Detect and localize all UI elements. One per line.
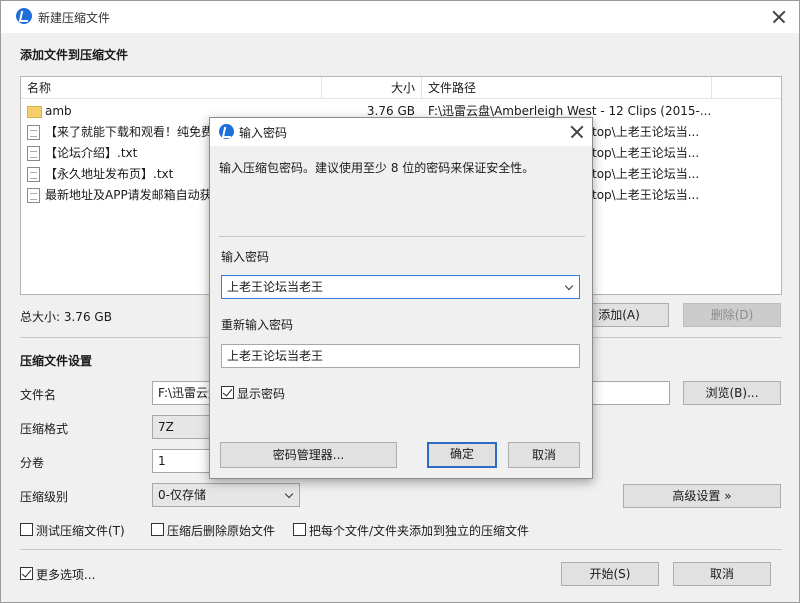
- file-path: top\上老王论坛当...: [592, 146, 700, 160]
- column-path-header[interactable]: 文件路径: [422, 77, 712, 99]
- show-password-checkbox[interactable]: [221, 386, 234, 399]
- file-path: top\上老王论坛当...: [592, 188, 700, 202]
- cancel-button[interactable]: 取消: [673, 562, 771, 586]
- dialog-close-icon[interactable]: [565, 120, 589, 144]
- file-path: top\上老王论坛当...: [592, 125, 700, 139]
- chevron-down-icon: [284, 489, 294, 499]
- level-label: 压缩级别: [20, 490, 69, 504]
- dialog-title-bar: 输入密码: [210, 118, 592, 146]
- total-size: 总大小: 3.76 GB: [20, 310, 112, 324]
- close-icon[interactable]: [767, 5, 791, 29]
- settings-heading: 压缩文件设置: [20, 354, 93, 368]
- test-archive-label: 测试压缩文件(T): [36, 524, 125, 538]
- file-icon: [27, 188, 40, 203]
- folder-icon: [27, 106, 42, 118]
- column-name-header[interactable]: 名称: [21, 77, 322, 99]
- divider: [20, 549, 782, 550]
- ok-button[interactable]: 确定: [427, 442, 497, 468]
- column-size-header[interactable]: 大小: [322, 77, 422, 99]
- more-options-label: 更多选项...: [36, 568, 96, 582]
- separate-archives-label: 把每个文件/文件夹添加到独立的压缩文件: [309, 524, 530, 538]
- password-input[interactable]: 上老王论坛当老王: [221, 275, 580, 299]
- password-label: 输入密码: [221, 250, 270, 264]
- start-button[interactable]: 开始(S): [561, 562, 659, 586]
- confirm-password-label: 重新输入密码: [221, 318, 294, 332]
- show-password-label: 显示密码: [237, 387, 286, 401]
- test-archive-checkbox[interactable]: [20, 523, 33, 536]
- separate-archives-checkbox[interactable]: [293, 523, 306, 536]
- format-label: 压缩格式: [20, 422, 69, 436]
- window-title: 新建压缩文件: [38, 11, 111, 25]
- delete-original-label: 压缩后删除原始文件: [167, 524, 276, 538]
- password-dialog: 输入密码 输入压缩包密码。建议使用至少 8 位的密码来保证安全性。 输入密码 上…: [209, 117, 593, 479]
- delete-original-checkbox[interactable]: [151, 523, 164, 536]
- title-bar: 新建压缩文件: [1, 1, 799, 33]
- volume-label: 分卷: [20, 456, 45, 470]
- level-select-value: 0-仅存储: [158, 488, 206, 502]
- browse-button[interactable]: 浏览(B)...: [683, 381, 781, 405]
- level-select[interactable]: 0-仅存储: [152, 483, 300, 507]
- filename-label: 文件名: [20, 388, 57, 402]
- password-manager-button[interactable]: 密码管理器...: [220, 442, 397, 468]
- add-files-heading: 添加文件到压缩文件: [20, 48, 129, 62]
- password-input-value: 上老王论坛当老王: [227, 280, 324, 294]
- chevron-down-icon[interactable]: [564, 281, 574, 291]
- divider: [219, 236, 585, 237]
- advanced-settings-button[interactable]: 高级设置 »: [623, 484, 781, 508]
- more-options-checkbox[interactable]: [20, 567, 33, 580]
- file-list-header: 名称 大小 文件路径: [21, 77, 781, 99]
- file-icon: [27, 146, 40, 161]
- password-hint: 输入压缩包密码。建议使用至少 8 位的密码来保证安全性。: [219, 161, 535, 175]
- file-icon: [27, 167, 40, 182]
- file-path: top\上老王论坛当...: [592, 167, 700, 181]
- delete-button[interactable]: 删除(D): [683, 303, 781, 327]
- confirm-password-input[interactable]: 上老王论坛当老王: [221, 344, 580, 368]
- dialog-cancel-button[interactable]: 取消: [508, 442, 580, 468]
- app-logo-icon: [219, 124, 234, 139]
- file-icon: [27, 125, 40, 140]
- dialog-title: 输入密码: [239, 126, 288, 140]
- app-logo-icon: [16, 8, 32, 24]
